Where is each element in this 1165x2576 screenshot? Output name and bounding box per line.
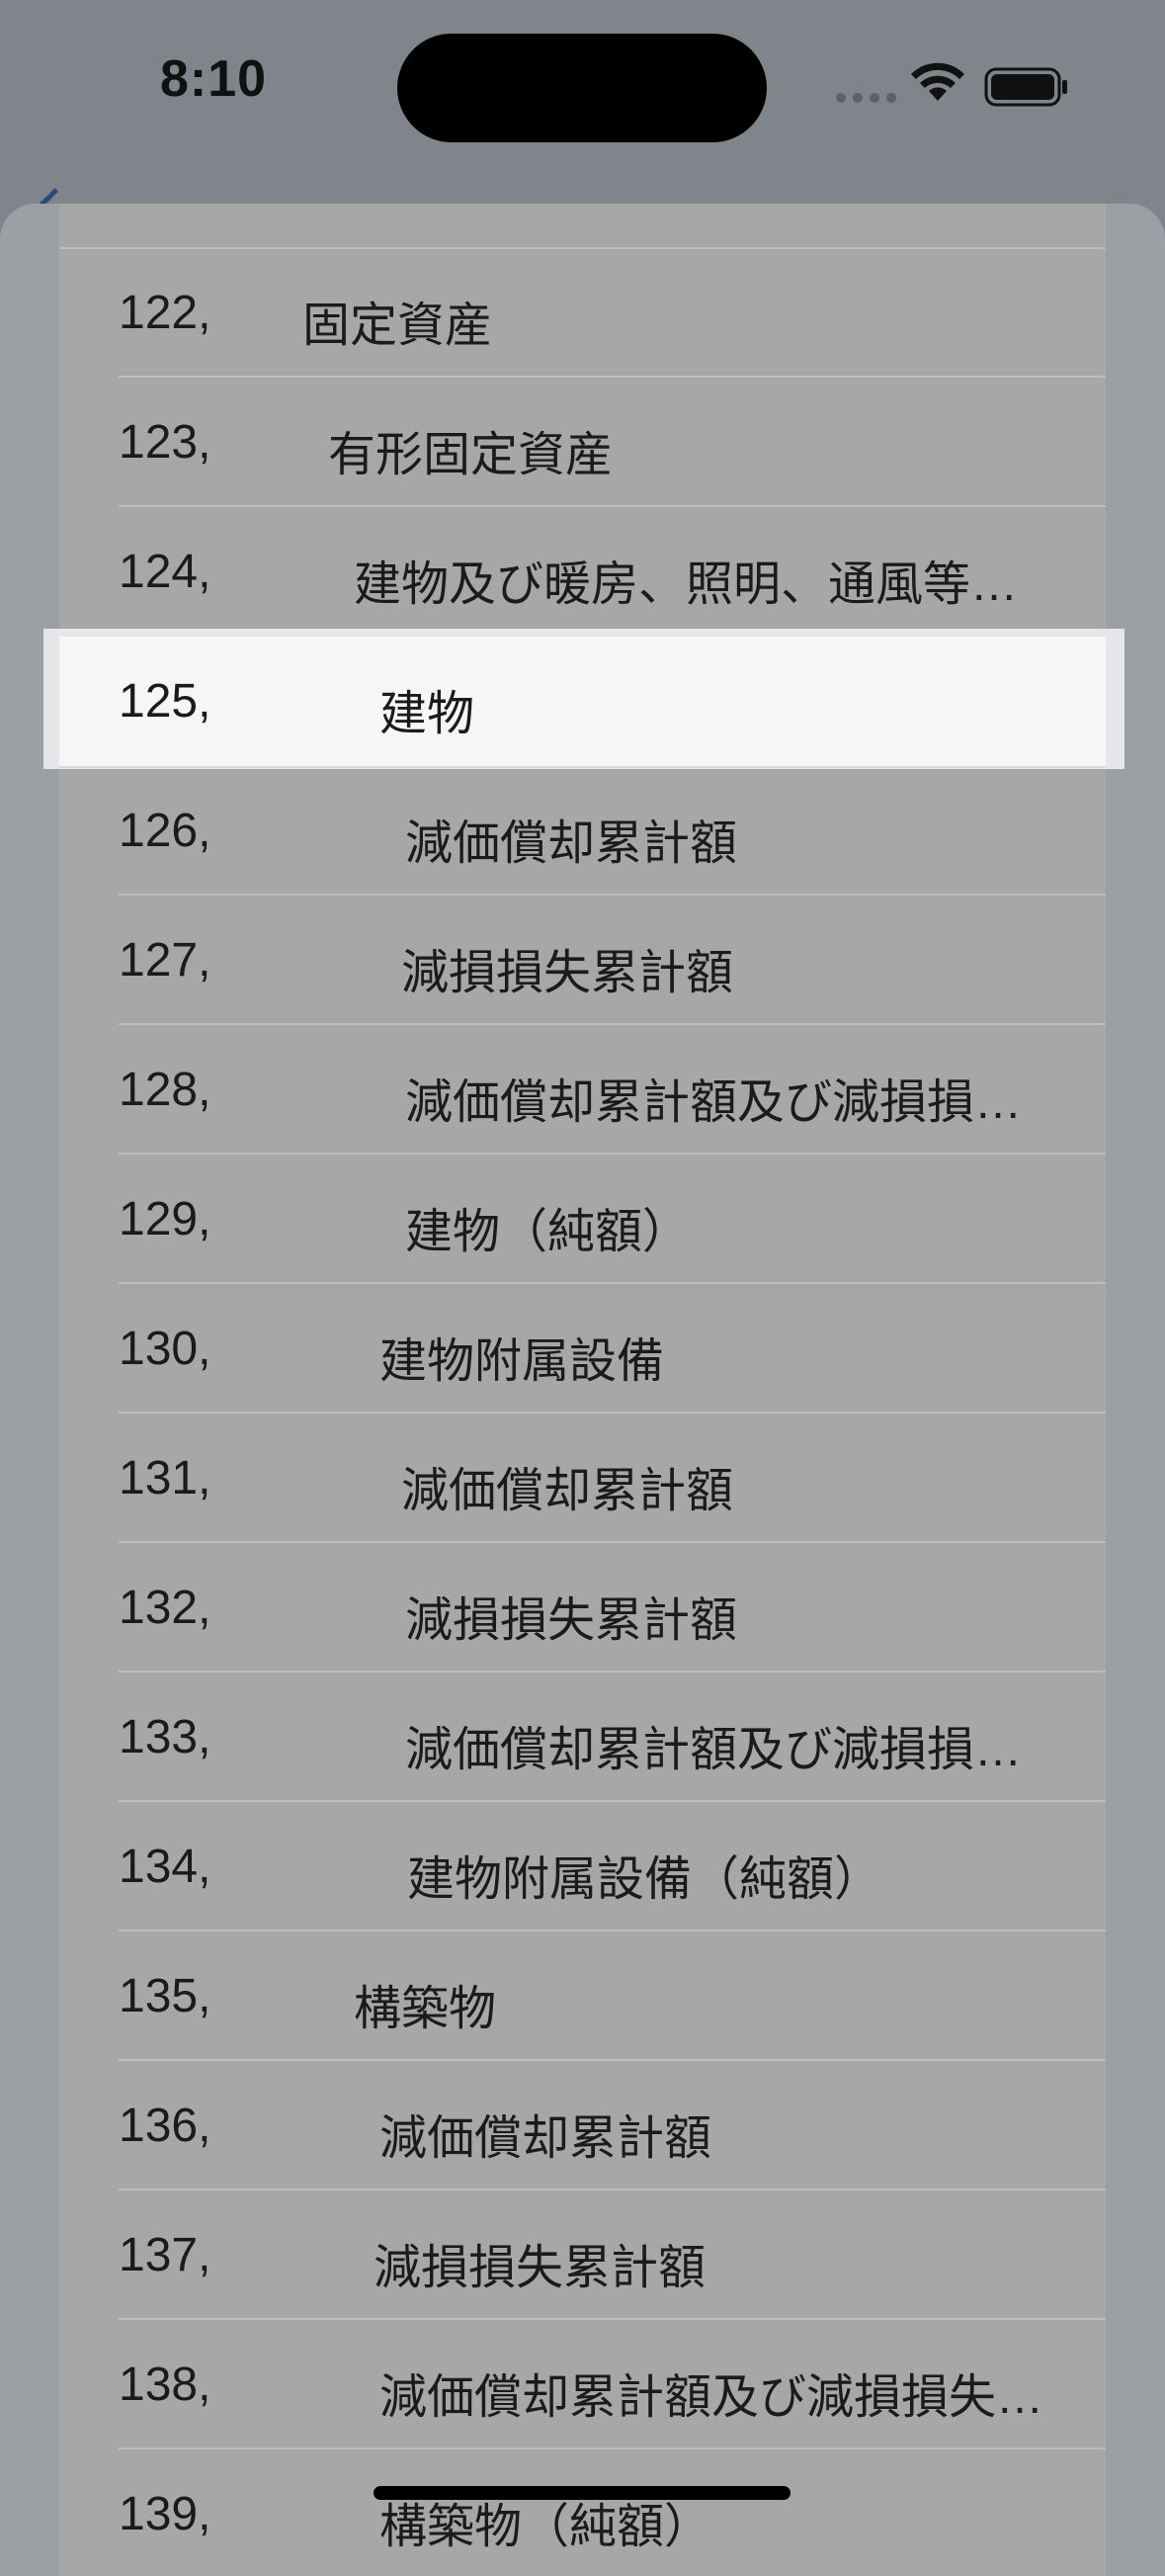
row-number: 139, <box>119 2488 211 2540</box>
row-label: 減損損失累計額 <box>405 1594 738 1647</box>
account-list: 122, 固定資産 123, 有形固定資産 124, 建物及び暖房、照明、通風等… 125,… <box>59 248 1106 2576</box>
list-item[interactable]: 130, 建物附属設備 <box>119 1284 1106 1414</box>
list-item[interactable]: 128, 減価償却累計額及び減損損… <box>119 1025 1106 1155</box>
list-item[interactable]: 136, 減価償却累計額 <box>119 2061 1106 2190</box>
list-item[interactable]: 131, 減価償却累計額 <box>119 1414 1106 1543</box>
row-number: 129, <box>119 1193 211 1245</box>
list-item[interactable]: 132, 減損損失累計額 <box>119 1543 1106 1673</box>
list-item[interactable]: 135, 構築物 <box>119 1932 1106 2061</box>
row-label: 減価償却累計額 <box>379 2112 712 2165</box>
list-panel: 122, 固定資産 123, 有形固定資産 124, 建物及び暖房、照明、通風等… 125,… <box>59 204 1106 2576</box>
row-number: 126, <box>119 805 211 857</box>
row-label: 建物（純額） <box>405 1206 691 1258</box>
row-label: 固定資産 <box>302 300 493 352</box>
row-label: 減損損失累計額 <box>401 947 734 999</box>
row-number: 127, <box>119 934 211 987</box>
list-item[interactable]: 124, 建物及び暖房、照明、通風等… <box>119 507 1106 637</box>
row-label: 建物及び暖房、照明、通風等… <box>354 558 1019 611</box>
row-number: 135, <box>119 1970 211 2022</box>
row-number: 133, <box>119 1711 211 1763</box>
dynamic-island <box>397 34 767 142</box>
row-number: 131, <box>119 1452 211 1504</box>
row-label: 構築物 <box>354 1983 497 2035</box>
row-number: 132, <box>119 1582 211 1634</box>
wifi-icon <box>911 62 964 101</box>
row-label: 減価償却累計額及び減損損… <box>405 1076 1023 1129</box>
list-item[interactable]: 133, 減価償却累計額及び減損損… <box>119 1673 1106 1802</box>
list-item[interactable]: 123, 有形固定資産 <box>119 378 1106 507</box>
row-label: 建物附属設備（純額） <box>407 1853 882 1906</box>
row-number: 130, <box>119 1323 211 1375</box>
list-item[interactable]: 129, 建物（純額） <box>119 1155 1106 1284</box>
selected-row[interactable]: 125, 建物 <box>59 637 1106 768</box>
row-number: 138, <box>119 2359 211 2411</box>
home-indicator[interactable] <box>374 2486 791 2500</box>
row-label: 減価償却累計額及び減損損失… <box>379 2371 1044 2424</box>
list-item[interactable]: 126, 減価償却累計額 <box>119 766 1106 896</box>
row-number: 134, <box>119 1841 211 1893</box>
row-number: 123, <box>119 416 211 469</box>
row-number: 124, <box>119 546 211 598</box>
row-label: 減損損失累計額 <box>374 2242 707 2294</box>
row-number: 128, <box>119 1064 211 1116</box>
list-item[interactable]: 139, 構築物（純額） <box>119 2449 1106 2576</box>
list-item[interactable]: 122, 固定資産 <box>119 248 1106 378</box>
list-item[interactable]: 137, 減損損失累計額 <box>119 2190 1106 2320</box>
status-time: 8:10 <box>160 50 268 108</box>
row-label: 減価償却累計額 <box>405 817 738 870</box>
battery-icon <box>984 67 1067 107</box>
row-label: 減価償却累計額 <box>401 1465 734 1517</box>
list-item[interactable]: 127, 減損損失累計額 <box>119 896 1106 1025</box>
status-bar: 8:10 <box>0 0 1165 178</box>
picker-sheet: 122, 固定資産 123, 有形固定資産 124, 建物及び暖房、照明、通風等… 125,… <box>0 204 1165 2576</box>
list-item[interactable]: 138, 減価償却累計額及び減損損失… <box>119 2320 1106 2449</box>
row-label: 減価償却累計額及び減損損… <box>405 1724 1023 1776</box>
row-number: 137, <box>119 2229 211 2281</box>
row-label: 有形固定資産 <box>328 429 614 481</box>
row-number: 122, <box>119 287 211 339</box>
row-label: 建物 <box>379 688 475 740</box>
row-number: 136, <box>119 2100 211 2152</box>
row-label: 建物附属設備 <box>379 1335 665 1388</box>
row-number: 125, <box>119 675 211 728</box>
signal-dots-icon <box>836 93 896 103</box>
list-item[interactable]: 134, 建物附属設備（純額） <box>119 1802 1106 1932</box>
